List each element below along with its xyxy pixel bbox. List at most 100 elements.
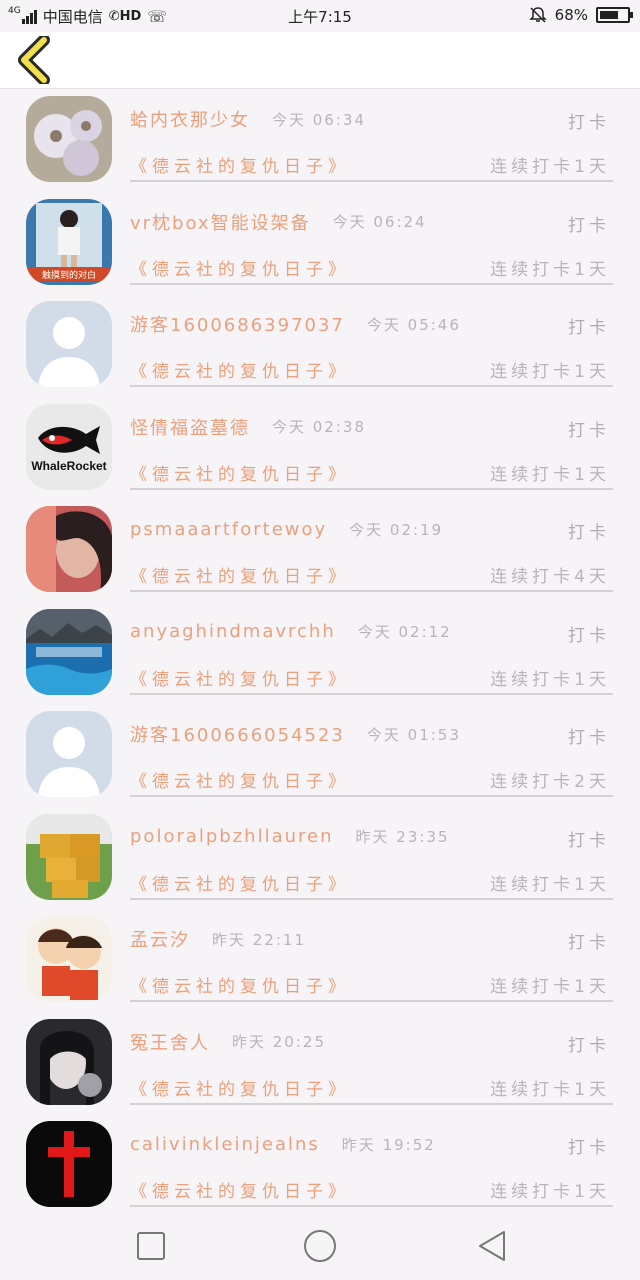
checkin-time: 今天 02:19 xyxy=(349,520,444,539)
default-person-avatar[interactable] xyxy=(26,301,112,387)
divider xyxy=(130,692,613,695)
username[interactable]: 游客1600666054523 xyxy=(130,721,345,747)
username[interactable]: poloralpbzhllauren xyxy=(130,826,334,847)
status-bar: 4G 中国电信 ✆HD ☏ 上午7:15 68% xyxy=(0,0,640,32)
row-header: calivinkleinjealns 昨天 19:52 打卡 xyxy=(130,1129,610,1159)
row-header: 蛤内衣那少女 今天 06:34 打卡 xyxy=(130,104,610,134)
list-item[interactable]: 孟云汐 昨天 22:11 打卡《德云社的复仇日子》 连续打卡1天 xyxy=(0,916,640,1019)
streak-count: 连续打卡1天 xyxy=(490,157,610,177)
streak-count: 连续打卡1天 xyxy=(490,1079,610,1100)
row-header: 游客1600666054523 今天 01:53 打卡 xyxy=(130,719,610,749)
checkin-label: 打卡 xyxy=(568,933,610,953)
recent-apps-icon[interactable] xyxy=(131,1226,171,1266)
back-icon[interactable] xyxy=(472,1226,512,1266)
checkin-time: 昨天 23:35 xyxy=(355,828,450,846)
list-item[interactable]: WhaleRocket 怪倩福盗墓德 今天 02:38 打卡《德云社的复仇日子》 连续打… xyxy=(0,403,640,507)
book-title[interactable]: 《德云社的复仇日子》 xyxy=(130,1075,350,1100)
username[interactable]: vr枕box智能设架备 xyxy=(130,209,311,235)
book-title[interactable]: 《德云社的复仇日子》 xyxy=(130,972,350,997)
username[interactable]: psmaaartfortewoy xyxy=(130,519,327,540)
divider xyxy=(130,795,613,797)
checkin-label: 打卡 xyxy=(568,420,610,441)
username[interactable]: 怪倩福盗墓德 xyxy=(130,414,250,440)
checkin-label: 打卡 xyxy=(568,215,610,236)
cake-avatar[interactable] xyxy=(26,813,112,900)
username[interactable]: 游客1600686397037 xyxy=(130,311,345,337)
row-detail: 《德云社的复仇日子》 连续打卡1天 xyxy=(130,968,610,998)
divider xyxy=(130,180,613,182)
divider xyxy=(130,385,613,387)
list-item[interactable]: poloralpbzhllauren 昨天 23:35 打卡《德云社的复仇日子》 连续… xyxy=(0,813,640,917)
checkin-label: 打卡 xyxy=(568,318,610,338)
flowers-avatar[interactable] xyxy=(26,96,112,182)
book-title[interactable]: 《德云社的复仇日子》 xyxy=(130,870,350,895)
streak-count: 连续打卡1天 xyxy=(490,259,610,280)
checkin-label: 打卡 xyxy=(568,113,610,133)
default-person-avatar[interactable] xyxy=(26,711,112,797)
checkin-label: 打卡 xyxy=(568,728,610,748)
chevron-left-icon[interactable] xyxy=(12,36,56,84)
red-cross-avatar[interactable] xyxy=(26,1121,112,1207)
username[interactable]: 冤王舍人 xyxy=(130,1029,210,1055)
list-item[interactable]: 蛤内衣那少女 今天 06:34 打卡《德云社的复仇日子》 连续打卡1天 xyxy=(0,96,640,199)
checkin-time: 今天 02:12 xyxy=(357,623,452,641)
list-item[interactable]: 游客1600686397037 今天 05:46 打卡《德云社的复仇日子》 连续打卡1… xyxy=(0,301,640,404)
book-title[interactable]: 《德云社的复仇日子》 xyxy=(130,357,350,382)
streak-count: 连续打卡1天 xyxy=(490,464,610,485)
cartoon-couple-avatar[interactable] xyxy=(26,916,112,1002)
header-bar xyxy=(0,32,640,89)
username[interactable]: calivinkleinjealns xyxy=(130,1134,320,1155)
streak-count: 连续打卡4天 xyxy=(490,567,610,587)
book-title[interactable]: 《德云社的复仇日子》 xyxy=(130,767,350,792)
book-title[interactable]: 《德云社的复仇日子》 xyxy=(130,152,350,177)
checkin-time: 昨天 22:11 xyxy=(212,930,306,949)
girl-poster-avatar[interactable]: 触摸到的对白 xyxy=(26,198,112,285)
book-title[interactable]: 《德云社的复仇日子》 xyxy=(130,460,350,485)
list-item[interactable]: 冤王舍人 昨天 20:25 打卡 《德云社的复仇日子》 连续打卡1天 xyxy=(0,1018,640,1122)
divider xyxy=(130,1000,613,1002)
checkin-label: 打卡 xyxy=(568,830,610,851)
divider xyxy=(130,1205,613,1207)
list-item[interactable]: 游客1600666054523 今天 01:53 打卡《德云社的复仇日子》 连续打卡2… xyxy=(0,711,640,814)
row-detail: 《德云社的复仇日子》 连续打卡1天 xyxy=(130,1173,610,1203)
username[interactable]: 蛤内衣那少女 xyxy=(130,106,250,132)
list-item[interactable]: psmaaartfortewoy 今天 02:19 打卡 《德云社的复仇日子》 连续打卡… xyxy=(0,506,640,609)
row-header: 游客1600686397037 今天 05:46 打卡 xyxy=(130,309,610,339)
book-title[interactable]: 《德云社的复仇日子》 xyxy=(130,1177,350,1202)
battery-icon xyxy=(596,7,633,23)
row-detail: 《德云社的复仇日子》 连续打卡1天 xyxy=(130,148,610,178)
divider xyxy=(130,1102,613,1105)
checkin-time: 今天 01:53 xyxy=(366,725,461,744)
ocean-avatar[interactable] xyxy=(26,608,112,695)
username[interactable]: anyaghindmavrchh xyxy=(130,621,336,642)
row-header: 孟云汐 昨天 22:11 打卡 xyxy=(130,924,610,954)
list-item[interactable]: anyaghindmavrchh 今天 02:12 打卡 《德云社的复仇日子》 连续打卡… xyxy=(0,608,640,712)
row-detail: 《德云社的复仇日子》 连续打卡1天 xyxy=(130,353,610,383)
streak-count: 连续打卡2天 xyxy=(490,772,610,792)
checkin-list: 蛤内衣那少女 今天 06:34 打卡 《德云社的复仇日子》 连续打卡1天 触摸到的对白 vr… xyxy=(0,96,640,1224)
book-title[interactable]: 《德云社的复仇日子》 xyxy=(130,665,350,690)
row-detail: 《德云社的复仇日子》 连续打卡4天 xyxy=(130,558,610,588)
streak-count: 连续打卡1天 xyxy=(490,362,610,382)
row-header: psmaaartfortewoy 今天 02:19 打卡 xyxy=(130,514,610,544)
dark-girl-avatar[interactable] xyxy=(26,1018,112,1105)
checkin-time: 今天 06:34 xyxy=(272,110,366,129)
whalerocket-logo-avatar[interactable]: WhaleRocket xyxy=(26,403,112,490)
row-detail: 《德云社的复仇日子》 连续打卡1天 xyxy=(130,456,610,486)
book-title[interactable]: 《德云社的复仇日子》 xyxy=(130,255,350,280)
username[interactable]: 孟云汐 xyxy=(130,926,190,952)
list-item[interactable]: 触摸到的对白 vr枕box智能设架备 今天 06:24 打卡《德云社的复仇日子》 连续打… xyxy=(0,198,640,302)
battery-percent: 68% xyxy=(554,6,588,24)
home-icon[interactable] xyxy=(300,1226,340,1266)
selfie-avatar[interactable] xyxy=(26,506,112,592)
avatar-logo-text: WhaleRocket xyxy=(31,458,107,473)
checkin-time: 今天 06:24 xyxy=(332,213,427,231)
streak-count: 连续打卡1天 xyxy=(490,874,610,895)
mute-bell-icon xyxy=(528,7,547,23)
checkin-time: 今天 02:38 xyxy=(272,418,366,436)
list-item[interactable]: calivinkleinjealns 昨天 19:52 打卡 《德云社的复仇日子》 连续… xyxy=(0,1121,640,1224)
book-title[interactable]: 《德云社的复仇日子》 xyxy=(130,562,350,587)
streak-count: 连续打卡1天 xyxy=(490,977,610,997)
row-detail: 《德云社的复仇日子》 连续打卡1天 xyxy=(130,251,610,281)
checkin-label: 打卡 xyxy=(568,625,610,646)
